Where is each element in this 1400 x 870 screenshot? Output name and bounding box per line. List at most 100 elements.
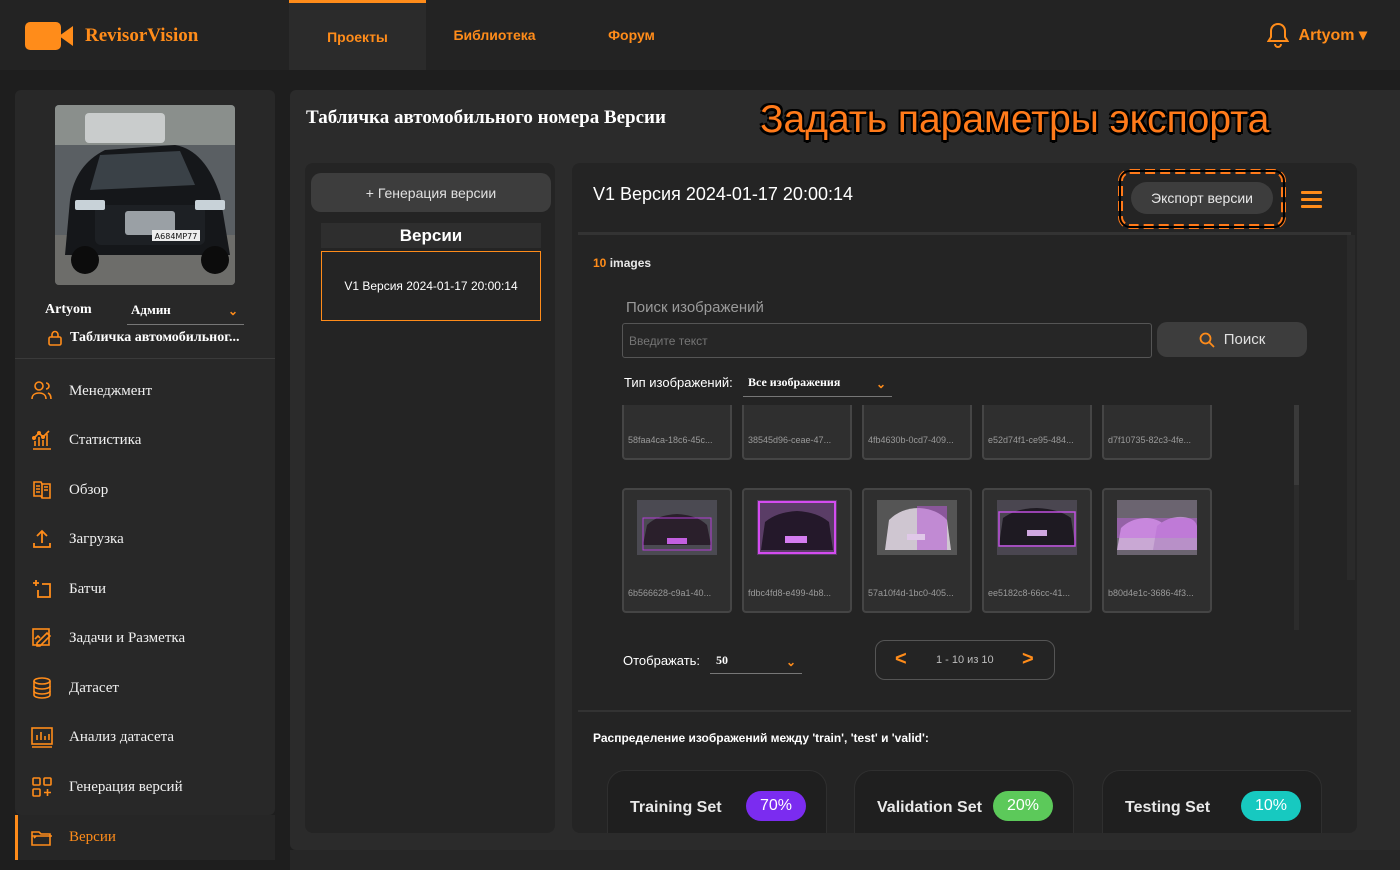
sidebar-item-label: Загрузка [69,530,124,547]
versions-panel: + Генерация версии Версии V1 Версия 2024… [305,163,555,833]
image-count-number: 10 [593,256,607,270]
sidebar-item-label: Версии [69,829,116,845]
image-caption: 58faa4ca-18c6-45c... [628,435,713,445]
sidebar-item-label: Анализ датасета [69,728,175,745]
bell-icon[interactable] [1266,22,1289,48]
chart-icon [31,430,51,450]
image-thumbnail[interactable]: 4fb4630b-0cd7-409... [862,405,972,460]
set-percent-badge: 70% [746,791,806,821]
image-caption: 38545d96-ceae-47... [748,435,832,445]
analytics-icon [31,727,53,748]
sidebar-item-label: Генерация версий [69,778,183,795]
sidebar-item-label: Батчи [69,580,107,597]
page-title: Табличка автомобильного номера Версии [306,107,666,128]
user-menu[interactable]: Artyom ▾ [1266,22,1367,48]
sidebar-item-management[interactable]: Менеджмент [15,368,275,414]
pagination: < 1 - 10 из 10 > [875,640,1055,680]
image-caption: d7f10735-82c3-4fe... [1108,435,1192,445]
sidebar-item-label: Датасет [69,679,119,696]
sidebar-item-dataset[interactable]: Датасет [15,665,275,711]
main-content: Табличка автомобильного номера Версии За… [290,90,1400,850]
sidebar-username: Artyom [45,302,92,317]
image-caption: fdbc4fd8-e499-4b8... [748,588,832,598]
image-thumbnail[interactable]: b80d4e1c-3686-4f3... [1102,488,1212,613]
panel-scrollbar[interactable] [1347,235,1355,580]
image-count: 10 images [593,256,651,270]
car-image [997,500,1077,555]
version-list-item[interactable]: V1 Версия 2024-01-17 20:00:14 [321,251,541,321]
grid-scrollbar-thumb[interactable] [1294,405,1299,485]
image-thumbnail[interactable]: e52d74f1-ce95-484... [982,405,1092,460]
search-label: Поиск изображений [626,299,764,316]
tab-forum[interactable]: Форум [563,0,700,70]
page-size-value: 50 [716,653,728,667]
image-thumbnail[interactable]: 58faa4ca-18c6-45c... [622,405,732,460]
sidebar-item-label: Статистика [69,431,142,448]
camera-logo-icon [25,22,75,50]
app-logo[interactable]: RevisorVision [25,22,198,50]
upload-icon [33,529,51,548]
image-caption: ee5182c8-66cc-41... [988,588,1071,598]
search-button-label: Поиск [1223,331,1266,348]
project-avatar: A684MP77 [55,105,235,285]
users-icon [31,381,52,400]
chevron-down-icon: ⌄ [875,377,886,391]
search-button[interactable]: Поиск [1157,322,1307,357]
folder-icon [31,830,52,846]
tab-projects[interactable]: Проекты [289,0,426,70]
menu-icon[interactable] [1301,191,1322,208]
car-image [757,500,837,555]
search-icon [1199,332,1215,348]
sidebar-item-label: Менеджмент [69,382,153,399]
book-icon [33,481,51,499]
app-name: RevisorVision [85,25,199,46]
page-info: 1 - 10 из 10 [936,654,994,666]
svg-text:A684MP77: A684MP77 [155,232,198,241]
version-detail-panel: V1 Версия 2024-01-17 20:00:14 Экспорт ве… [572,163,1357,833]
sidebar-item-statistics[interactable]: Статистика [15,417,275,463]
top-bar: RevisorVision Проекты Библиотека Форум A… [0,0,1400,70]
lock-icon [48,330,62,346]
image-thumbnail[interactable]: 57a10f4d-1bc0-405... [862,488,972,613]
prev-page-button[interactable]: < [895,648,907,671]
sidebar-item-versions[interactable]: Версии [15,815,275,860]
sidebar-item-label: Обзор [69,481,109,498]
sidebar-item-dataset-analysis[interactable]: Анализ датасета [15,714,275,760]
sidebar-item-label: Задачи и Разметка [69,629,186,646]
validation-set-card: Validation Set 20% [854,770,1074,833]
sidebar-item-upload[interactable]: Загрузка [15,516,275,562]
version-title: V1 Версия 2024-01-17 20:00:14 [593,184,853,204]
sidebar: A684MP77 Artyom Админ ⌄ Табличка автомоб… [15,90,275,815]
next-page-button[interactable]: > [1022,648,1034,671]
image-count-suffix: images [606,256,652,270]
annotate-icon [32,628,52,647]
sidebar-item-version-generation[interactable]: Генерация версий [15,764,275,810]
role-select[interactable]: Админ ⌄ [127,302,244,325]
page-size-select[interactable]: 50 ⌄ [710,648,802,674]
image-thumbnail[interactable]: 38545d96-ceae-47... [742,405,852,460]
user-menu-label[interactable]: Artyom ▾ [1299,25,1367,45]
image-grid: 58faa4ca-18c6-45c... 38545d96-ceae-47...… [622,405,1308,630]
image-thumbnail[interactable]: d7f10735-82c3-4fe... [1102,405,1212,460]
sidebar-divider [15,358,275,359]
sidebar-item-overview[interactable]: Обзор [15,467,275,513]
image-thumbnail[interactable]: ee5182c8-66cc-41... [982,488,1092,613]
generate-version-button[interactable]: + Генерация версии [311,173,551,212]
image-thumbnail[interactable]: 6b566628-c9a1-40... [622,488,732,613]
image-thumbnail[interactable]: fdbc4fd8-e499-4b8... [742,488,852,613]
car-image [637,500,717,555]
training-set-card: Training Set 70% [607,770,827,833]
footer-strip [290,850,1400,870]
database-icon [33,677,51,699]
image-caption: e52d74f1-ce95-484... [988,435,1074,445]
set-name: Training Set [630,799,722,816]
sidebar-item-tasks[interactable]: Задачи и Разметка [15,615,275,661]
testing-set-card: Testing Set 10% [1102,770,1322,833]
sidebar-item-batches[interactable]: Батчи [15,566,275,612]
image-type-select[interactable]: Все изображения ⌄ [743,371,892,397]
search-input[interactable] [622,323,1152,358]
versions-header: Версии [321,223,541,248]
batch-icon [33,580,51,598]
export-version-button[interactable]: Экспорт версии [1131,182,1273,214]
tab-library[interactable]: Библиотека [426,0,563,70]
